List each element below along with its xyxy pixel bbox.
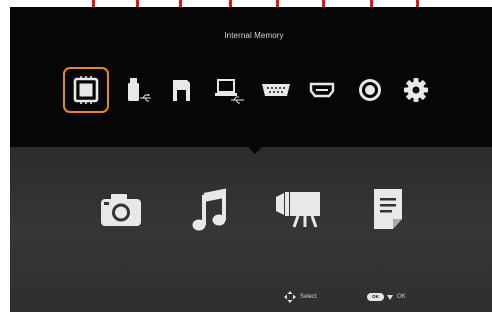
- selection-pointer: [248, 147, 262, 154]
- source-usb-drive[interactable]: [114, 67, 160, 113]
- select-hint-label: Select: [300, 294, 317, 300]
- media-video[interactable]: [271, 182, 327, 238]
- down-arrow-icon: [387, 294, 393, 300]
- hdmi-port-icon: [309, 82, 335, 98]
- source-settings[interactable]: [393, 67, 439, 113]
- music-note-icon: [192, 188, 226, 231]
- vga-port-icon: [262, 84, 290, 96]
- internal-memory-icon: [73, 76, 99, 104]
- navigation-arrows-icon: [284, 291, 296, 303]
- source-pc-usb[interactable]: [206, 67, 252, 113]
- settings-gear-icon: [404, 78, 428, 102]
- source-vga[interactable]: [253, 67, 299, 113]
- source-video-input[interactable]: [347, 67, 393, 113]
- document-icon: [374, 189, 402, 229]
- video-input-icon: [359, 79, 381, 101]
- source-internal-memory[interactable]: [63, 67, 109, 113]
- ok-button-badge: OK: [367, 293, 384, 301]
- usb-drive-icon: [128, 78, 151, 102]
- video-camera-icon: [276, 192, 320, 228]
- source-menu-bar: Internal Memory: [10, 7, 492, 147]
- projector-menu-screen: Internal Memory Select OK OK: [10, 7, 492, 312]
- source-sd-card[interactable]: [158, 67, 204, 113]
- select-hint: Select: [283, 290, 317, 304]
- ok-hint: OK OK: [367, 290, 406, 304]
- media-photos[interactable]: [93, 182, 149, 238]
- sd-card-icon: [173, 80, 190, 101]
- ok-hint-label: OK: [397, 294, 406, 300]
- menu-title: Internal Memory: [224, 31, 284, 40]
- media-music[interactable]: [181, 182, 237, 238]
- source-hdmi[interactable]: [299, 67, 345, 113]
- camera-icon: [101, 194, 141, 226]
- media-documents[interactable]: [360, 182, 416, 238]
- media-panel: [10, 147, 492, 312]
- pc-usb-icon: [215, 79, 244, 104]
